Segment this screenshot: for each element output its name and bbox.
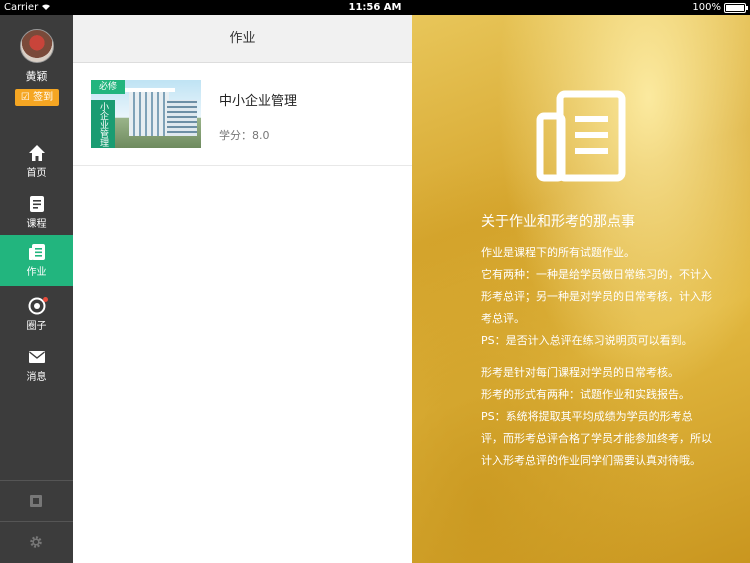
home-icon [28, 145, 45, 161]
info-panel: 关于作业和形考的那点事 作业是课程下的所有试题作业。 它有两种：一种是给学员做日… [412, 15, 750, 563]
course-credit: 学分：8.0 [219, 129, 270, 142]
course-title: 中小企业管理 [219, 94, 298, 109]
info-body: 作业是课程下的所有试题作业。 它有两种：一种是给学员做日常练习的，不计入形考总评… [481, 242, 713, 472]
checkin-label: 签到 [33, 92, 54, 103]
notification-badge [43, 297, 48, 302]
battery-percent: 100% [692, 2, 721, 13]
username: 黄颖 [25, 70, 48, 83]
course-thumbnail: 小企业管理 必修 [91, 80, 201, 148]
document-icon [536, 90, 626, 182]
sidebar-item-course[interactable]: 课程 [0, 187, 73, 238]
battery-status: 100% [692, 0, 748, 15]
archive-icon[interactable] [29, 494, 43, 508]
course-icon [29, 196, 44, 212]
divider [0, 480, 73, 481]
sidebar-item-label: 圈子 [26, 321, 47, 332]
mail-icon [28, 351, 45, 363]
course-card[interactable]: 小企业管理 必修 中小企业管理 学分：8.0 [73, 63, 412, 166]
checkin-button[interactable]: ☑ 签到 [15, 89, 59, 106]
status-bar: Carrier 11:56 AM 100% [0, 0, 750, 15]
page-title: 作业 [73, 15, 412, 63]
sidebar-item-circle[interactable]: 圈子 [0, 289, 73, 340]
homework-list-panel: 作业 小企业管理 必修 中小企业管理 学分：8.0 [73, 15, 412, 563]
avatar[interactable] [20, 29, 54, 63]
sidebar-item-label: 首页 [26, 168, 47, 179]
info-paragraph: 形考是针对每门课程对学员的日常考核。 形考的形式有两种：试题作业和实践报告。 P… [481, 366, 712, 467]
sidebar-item-home[interactable]: 首页 [0, 136, 73, 187]
gear-icon[interactable] [29, 535, 43, 549]
homework-icon [28, 244, 45, 260]
required-tag: 必修 [91, 80, 125, 94]
sidebar: 黄颖 ☑ 签到 首页 课程 作业 圈子 消息 [0, 15, 73, 563]
sidebar-item-messages[interactable]: 消息 [0, 340, 73, 391]
battery-icon [724, 2, 748, 13]
sidebar-item-homework[interactable]: 作业 [0, 235, 73, 286]
checkin-icon: ☑ [20, 92, 30, 103]
sidebar-item-label: 消息 [26, 372, 47, 383]
info-paragraph: 作业是课程下的所有试题作业。 它有两种：一种是给学员做日常练习的，不计入形考总评… [481, 246, 712, 347]
divider [0, 521, 73, 522]
info-title: 关于作业和形考的那点事 [481, 214, 635, 230]
course-banner: 小企业管理 [91, 100, 115, 148]
sidebar-item-label: 作业 [26, 267, 47, 278]
status-time: 11:56 AM [348, 2, 402, 13]
sidebar-item-label: 课程 [26, 219, 47, 230]
